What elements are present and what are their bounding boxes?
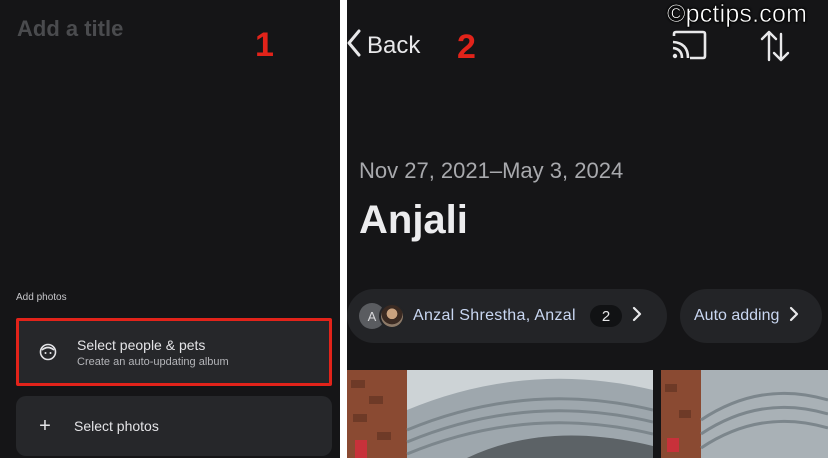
auto-adding-chip[interactable]: Auto adding bbox=[680, 289, 822, 343]
auto-adding-label: Auto adding bbox=[694, 307, 780, 324]
people-count-badge: 2 bbox=[589, 305, 623, 327]
back-button[interactable]: Back bbox=[347, 28, 420, 63]
avatar-photo bbox=[379, 303, 405, 329]
select-photos-button[interactable]: + Select photos bbox=[16, 396, 332, 456]
add-photos-heading: Add photos bbox=[16, 292, 67, 303]
sort-icon[interactable] bbox=[760, 28, 790, 69]
select-photos-title: Select photos bbox=[74, 418, 159, 434]
create-album-panel: Add a title 1 Add photos Select people &… bbox=[0, 0, 340, 458]
select-people-subtitle: Create an auto-updating album bbox=[77, 355, 229, 368]
people-chip-label: Anzal Shrestha, Anzal bbox=[413, 307, 576, 324]
step-number-2: 2 bbox=[457, 28, 476, 66]
step-number-1: 1 bbox=[255, 26, 274, 64]
chevron-right-icon bbox=[632, 306, 642, 327]
people-chip[interactable]: A Anzal Shrestha, Anzal 2 bbox=[347, 289, 667, 343]
cast-icon[interactable] bbox=[670, 30, 708, 65]
album-view-panel: Back 2 ©pctips.com Nov 27, 2021–May 3, 2… bbox=[347, 0, 828, 458]
plus-icon: + bbox=[39, 415, 51, 437]
select-people-text: Select people & pets Create an auto-upda… bbox=[77, 337, 229, 368]
album-date-range: Nov 27, 2021–May 3, 2024 bbox=[359, 158, 624, 183]
select-people-title: Select people & pets bbox=[77, 336, 206, 353]
photo-thumbnail[interactable] bbox=[661, 370, 828, 458]
select-people-pets-button[interactable]: Select people & pets Create an auto-upda… bbox=[16, 318, 332, 386]
chevron-left-icon bbox=[347, 28, 361, 63]
photo-thumbnail[interactable] bbox=[347, 370, 653, 458]
chevron-right-icon bbox=[789, 306, 799, 327]
album-name: Anjali bbox=[359, 198, 468, 242]
face-icon bbox=[19, 343, 77, 361]
back-label: Back bbox=[367, 31, 421, 59]
album-title-input[interactable]: Add a title bbox=[17, 16, 123, 42]
watermark: ©pctips.com bbox=[667, 0, 808, 28]
